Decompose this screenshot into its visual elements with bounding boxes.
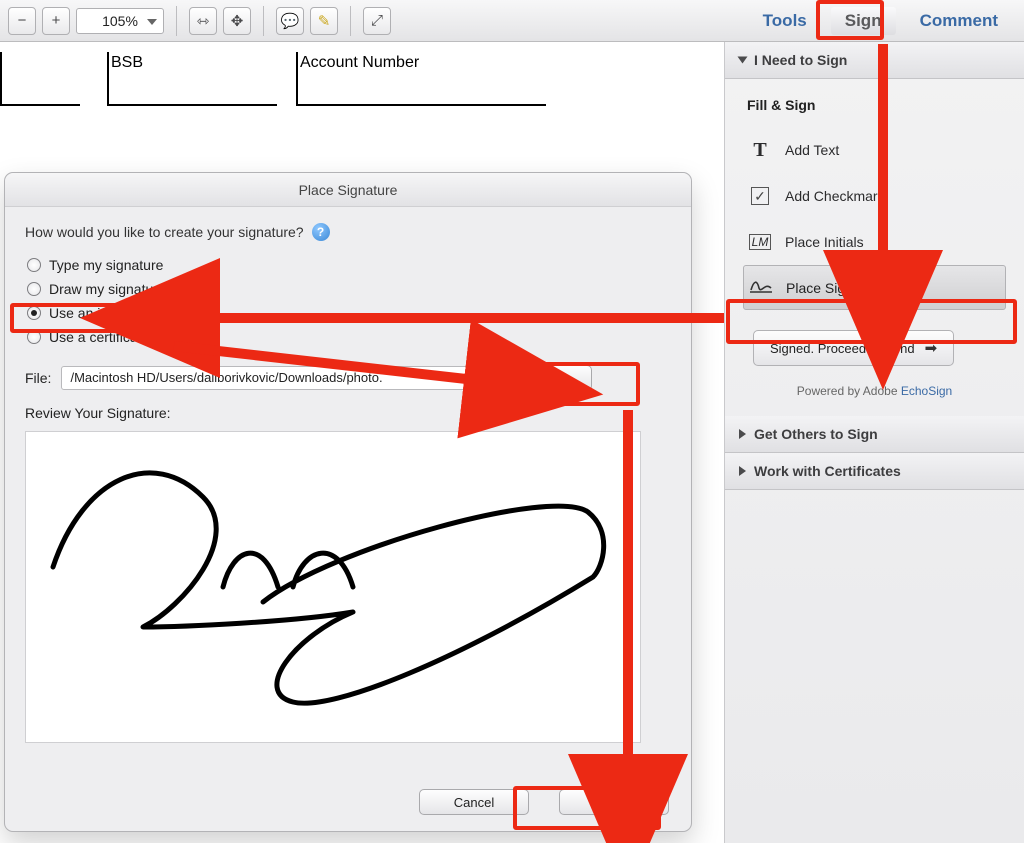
item-label: Add Checkmark [785, 188, 885, 204]
panel-section-others[interactable]: Get Others to Sign [725, 416, 1024, 453]
review-signature-label: Review Your Signature: [25, 405, 671, 421]
fit-width-button[interactable]: ⇿ [189, 7, 217, 35]
sign-panel: I Need to Sign Fill & Sign T Add Text ✓ … [724, 42, 1024, 843]
fullscreen-button[interactable]: ⤢ [363, 7, 391, 35]
fit-page-icon: ✥ [231, 12, 244, 30]
add-text-item[interactable]: T Add Text [743, 127, 1006, 173]
minus-icon: − [18, 12, 27, 29]
button-label: Browse... [514, 366, 568, 381]
comment-icon: 💬 [281, 12, 300, 30]
checkmark-icon: ✓ [749, 185, 771, 207]
initials-icon: LM [749, 231, 771, 253]
chevron-right-icon [739, 466, 746, 476]
bsb-label: BSB [111, 54, 143, 72]
place-initials-item[interactable]: LM Place Initials [743, 219, 1006, 265]
accept-button[interactable]: Accept [559, 789, 669, 815]
radio-icon [27, 282, 41, 296]
file-path-input[interactable]: /Macintosh HD/Users/daliborivkovic/Downl… [61, 366, 481, 390]
signature-icon [750, 278, 772, 297]
tools-link[interactable]: Tools [763, 11, 807, 31]
browse-button[interactable]: Browse... [491, 365, 591, 391]
echosign-link[interactable]: EchoSign [901, 384, 952, 398]
arrow-right-icon: ➡ [925, 339, 938, 357]
main-toolbar: − + 105% ⇿ ✥ 💬 ✎ ⤢ Tools Sign Comment [0, 0, 1024, 42]
account-number-label: Account Number [300, 54, 419, 72]
panel-section-certs[interactable]: Work with Certificates [725, 453, 1024, 490]
dialog-title: Place Signature [5, 173, 691, 207]
radio-icon-selected [27, 306, 41, 320]
zoom-out-button[interactable]: − [8, 7, 36, 35]
radio-draw-signature[interactable]: Draw my signature [25, 277, 671, 301]
radio-type-signature[interactable]: Type my signature [25, 253, 671, 277]
text-icon: T [749, 139, 771, 161]
radio-use-certificate[interactable]: Use a certificate [25, 325, 671, 349]
signature-preview [25, 431, 641, 743]
item-label: Place Signature [786, 280, 885, 296]
zoom-level-select[interactable]: 105% [76, 8, 164, 34]
dialog-question: How would you like to create your signat… [25, 224, 304, 240]
fill-sign-heading: Fill & Sign [747, 97, 1006, 113]
radio-label: Type my signature [49, 257, 163, 273]
comment-link[interactable]: Comment [920, 11, 998, 31]
button-label: Signed. Proceed to Send [770, 341, 915, 356]
cancel-button[interactable]: Cancel [419, 789, 529, 815]
item-label: Place Initials [785, 234, 864, 250]
item-label: Add Text [785, 142, 839, 158]
highlight-icon: ✎ [318, 12, 331, 30]
fit-page-button[interactable]: ✥ [223, 7, 251, 35]
place-signature-dialog: Place Signature How would you like to cr… [4, 172, 692, 832]
radio-label: Use an image [49, 305, 135, 321]
proceed-to-send-button[interactable]: Signed. Proceed to Send ➡ [753, 330, 954, 366]
button-label: Accept [594, 795, 634, 810]
plus-icon: + [52, 12, 61, 29]
sign-tab-button[interactable]: Sign [831, 7, 896, 35]
fit-width-icon: ⇿ [197, 12, 210, 30]
signature-image [33, 437, 633, 737]
file-label: File: [25, 370, 51, 386]
radio-icon [27, 330, 41, 344]
zoom-value: 105% [102, 13, 138, 29]
radio-label: Draw my signature [49, 281, 166, 297]
file-path-value: /Macintosh HD/Users/daliborivkovic/Downl… [70, 370, 382, 385]
radio-use-image[interactable]: Use an image [25, 301, 671, 325]
panel-section-need-sign[interactable]: I Need to Sign [725, 42, 1024, 79]
comment-bubble-button[interactable]: 💬 [276, 7, 304, 35]
button-label: Cancel [454, 795, 494, 810]
place-signature-item[interactable]: Place Signature [743, 265, 1006, 310]
radio-icon [27, 258, 41, 272]
expand-icon: ⤢ [371, 12, 383, 29]
highlight-button[interactable]: ✎ [310, 7, 338, 35]
section-title: I Need to Sign [754, 52, 847, 68]
add-checkmark-item[interactable]: ✓ Add Checkmark [743, 173, 1006, 219]
powered-by-label: Powered by Adobe EchoSign [743, 384, 1006, 398]
chevron-down-icon [738, 57, 748, 64]
chevron-right-icon [739, 429, 746, 439]
section-title: Work with Certificates [754, 463, 901, 479]
zoom-in-button[interactable]: + [42, 7, 70, 35]
section-title: Get Others to Sign [754, 426, 878, 442]
help-icon[interactable]: ? [312, 223, 330, 241]
radio-label: Use a certificate [49, 329, 149, 345]
